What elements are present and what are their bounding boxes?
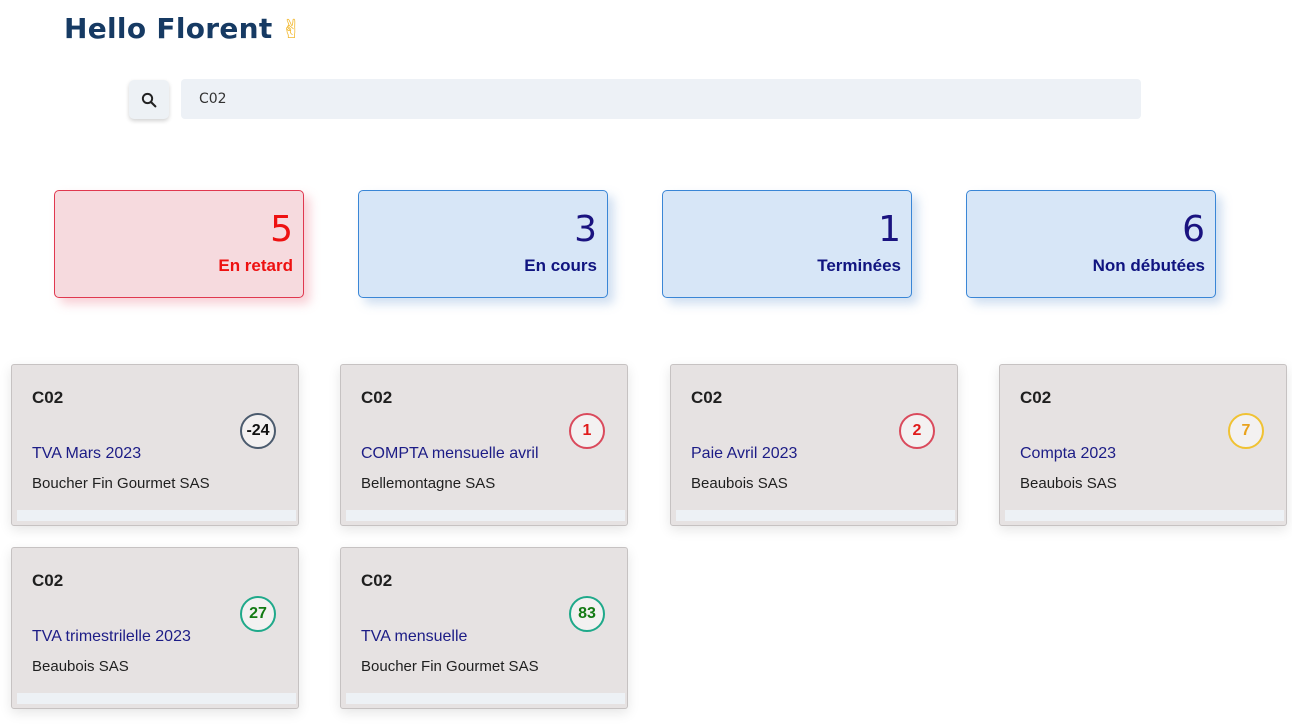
- search-icon: [141, 92, 157, 107]
- card-client: Beaubois SAS: [1020, 475, 1117, 492]
- card-client: Boucher Fin Gourmet SAS: [361, 658, 539, 675]
- stat-terminees[interactable]: 1 Terminées: [662, 190, 912, 298]
- stat-non-debutees[interactable]: 6 Non débutées: [966, 190, 1216, 298]
- search-input[interactable]: [181, 79, 1141, 119]
- task-card[interactable]: C02 2 Paie Avril 2023 Beaubois SAS: [670, 364, 958, 526]
- days-badge: 1: [569, 413, 605, 449]
- days-badge: 83: [569, 596, 605, 632]
- task-card[interactable]: C02 1 COMPTA mensuelle avril Bellemontag…: [340, 364, 628, 526]
- stat-label: Non débutées: [1092, 256, 1205, 275]
- task-card[interactable]: C02 83 TVA mensuelle Boucher Fin Gourmet…: [340, 547, 628, 709]
- card-progress-bar: [17, 693, 296, 704]
- days-badge: 27: [240, 596, 276, 632]
- card-progress-bar: [676, 510, 955, 521]
- victory-hand-icon: ✌: [280, 15, 303, 45]
- search-button[interactable]: [129, 80, 169, 119]
- task-card[interactable]: C02 27 TVA trimestrilelle 2023 Beaubois …: [11, 547, 299, 709]
- card-title-link[interactable]: Paie Avril 2023: [691, 445, 797, 463]
- stat-label: En cours: [524, 256, 597, 275]
- stat-value: 1: [878, 209, 901, 250]
- card-progress-bar: [346, 510, 625, 521]
- card-title-link[interactable]: TVA Mars 2023: [32, 445, 141, 463]
- stat-en-retard[interactable]: 5 En retard: [54, 190, 304, 298]
- stat-label: Terminées: [817, 256, 901, 275]
- days-badge: -24: [240, 413, 276, 449]
- card-title-link[interactable]: TVA trimestrilelle 2023: [32, 628, 191, 646]
- card-client: Beaubois SAS: [691, 475, 788, 492]
- card-progress-bar: [346, 693, 625, 704]
- card-client: Beaubois SAS: [32, 658, 129, 675]
- days-badge: 7: [1228, 413, 1264, 449]
- card-code: C02: [691, 388, 723, 407]
- card-title-link[interactable]: COMPTA mensuelle avril: [361, 445, 539, 463]
- stat-en-cours[interactable]: 3 En cours: [358, 190, 608, 298]
- card-code: C02: [32, 388, 64, 407]
- stat-value: 6: [1182, 209, 1205, 250]
- page-title: Hello Florent ✌: [64, 12, 303, 45]
- task-card[interactable]: C02 -24 TVA Mars 2023 Boucher Fin Gourme…: [11, 364, 299, 526]
- card-code: C02: [361, 571, 393, 590]
- days-badge: 2: [899, 413, 935, 449]
- card-client: Boucher Fin Gourmet SAS: [32, 475, 210, 492]
- card-code: C02: [32, 571, 64, 590]
- card-client: Bellemontagne SAS: [361, 475, 496, 492]
- card-title-link[interactable]: Compta 2023: [1020, 445, 1116, 463]
- greeting-text: Hello Florent: [64, 12, 273, 45]
- card-progress-bar: [1005, 510, 1284, 521]
- card-code: C02: [361, 388, 393, 407]
- card-code: C02: [1020, 388, 1052, 407]
- stat-value: 5: [270, 209, 293, 250]
- stat-value: 3: [574, 209, 597, 250]
- card-progress-bar: [17, 510, 296, 521]
- task-card[interactable]: C02 7 Compta 2023 Beaubois SAS: [999, 364, 1287, 526]
- card-title-link[interactable]: TVA mensuelle: [361, 628, 467, 646]
- stat-label: En retard: [218, 256, 293, 275]
